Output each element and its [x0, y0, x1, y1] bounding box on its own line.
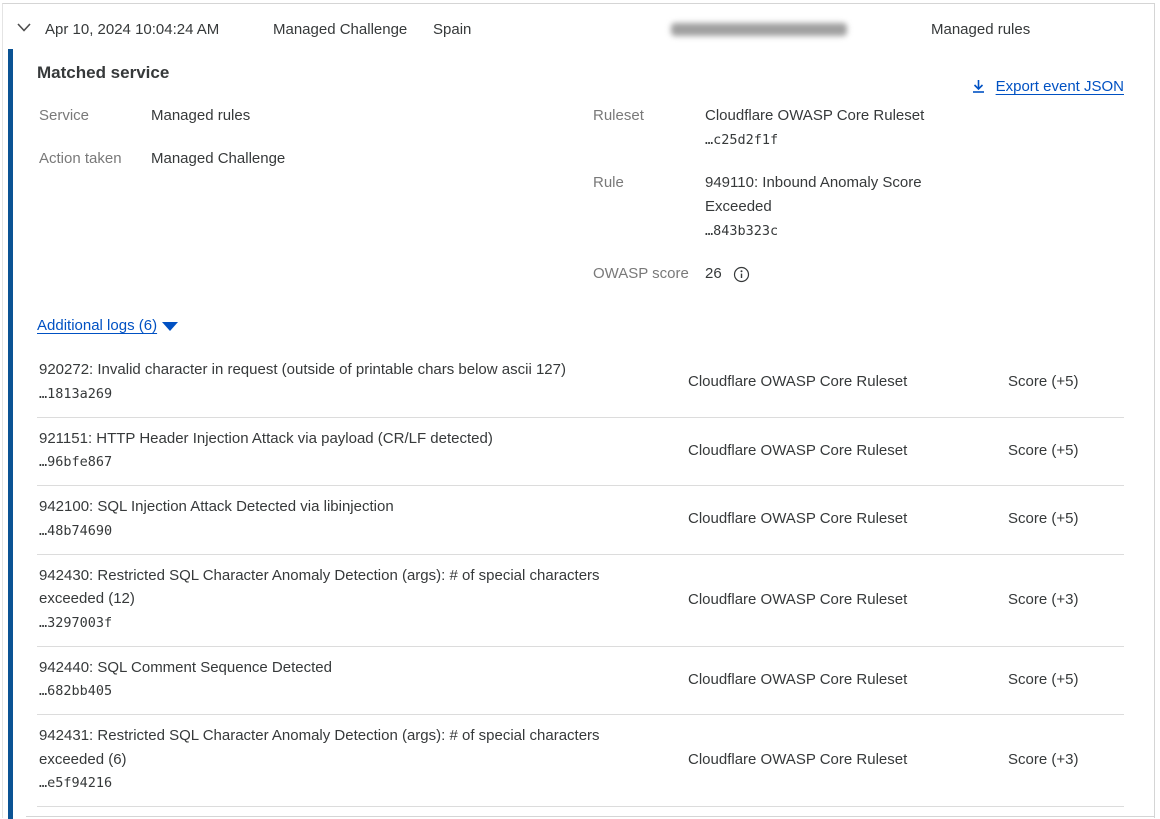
field-rule: Rule 949110: Inbound Anomaly Score Excee… [593, 171, 945, 243]
field-service: Service Managed rules [39, 104, 285, 128]
log-row: 942100: SQL Injection Attack Detected vi… [37, 486, 1124, 555]
log-ruleset: Cloudflare OWASP Core Ruleset [652, 510, 972, 527]
rule-name: 949110: Inbound Anomaly Score Exceeded [705, 171, 945, 219]
log-score: Score (+5) [972, 373, 1124, 390]
field-label: Ruleset [593, 104, 705, 152]
log-score: Score (+5) [972, 510, 1124, 527]
log-ruleset: Cloudflare OWASP Core Ruleset [652, 671, 972, 688]
log-score: Score (+3) [972, 751, 1124, 768]
log-row: 942440: SQL Comment Sequence Detected …6… [37, 647, 1124, 716]
log-rule-hash: …96bfe867 [39, 450, 652, 474]
redacted-value [671, 23, 847, 36]
log-rule-description: 942100: SQL Injection Attack Detected vi… [39, 495, 639, 519]
info-icon[interactable] [733, 266, 750, 283]
log-rule-description: 920272: Invalid character in request (ou… [39, 358, 639, 382]
log-score: Score (+3) [972, 591, 1124, 608]
chevron-down-icon [162, 322, 178, 331]
field-label: Rule [593, 171, 705, 243]
additional-logs-toggle[interactable]: Additional logs (6) [37, 317, 178, 334]
ruleset-hash: …c25d2f1f [705, 128, 924, 152]
log-score: Score (+5) [972, 442, 1124, 459]
log-rule-hash: …682bb405 [39, 679, 652, 703]
download-icon [970, 78, 987, 95]
log-ruleset: Cloudflare OWASP Core Ruleset [652, 751, 972, 768]
matched-service-details: Service Managed rules Action taken Manag… [37, 104, 1124, 290]
event-row-header[interactable]: Apr 10, 2024 10:04:24 AM Managed Challen… [3, 4, 1154, 49]
selected-event-accent-bar [8, 49, 13, 819]
export-event-json-label: Export event JSON [996, 78, 1124, 95]
log-row: 920272: Invalid character in request (ou… [37, 349, 1124, 418]
log-ruleset: Cloudflare OWASP Core Ruleset [652, 442, 972, 459]
log-rule-hash: …3297003f [39, 611, 652, 635]
next-event-row-border [26, 816, 1154, 817]
field-label: Action taken [39, 147, 151, 171]
field-value: Managed Challenge [151, 147, 285, 171]
event-detail-body: Matched service Export event JSON Servic… [3, 63, 1154, 817]
log-ruleset: Cloudflare OWASP Core Ruleset [652, 373, 972, 390]
log-row: 942431: Restricted SQL Character Anomaly… [37, 715, 1124, 807]
field-ruleset: Ruleset Cloudflare OWASP Core Ruleset …c… [593, 104, 945, 152]
log-ruleset: Cloudflare OWASP Core Ruleset [652, 591, 972, 608]
collapse-chevron-icon[interactable] [14, 17, 34, 37]
event-action: Managed Challenge [273, 21, 407, 38]
log-rule-description: 942430: Restricted SQL Character Anomaly… [39, 564, 639, 611]
event-service: Managed rules [931, 21, 1030, 38]
log-score: Score (+5) [972, 671, 1124, 688]
log-rule-hash: …1813a269 [39, 382, 652, 406]
field-label: Service [39, 104, 151, 128]
log-row: 942430: Restricted SQL Character Anomaly… [37, 555, 1124, 647]
log-row: 921151: HTTP Header Injection Attack via… [37, 418, 1124, 487]
ruleset-name: Cloudflare OWASP Core Ruleset [705, 104, 924, 128]
log-rule-hash: …e5f94216 [39, 771, 652, 795]
panel-title: Matched service [37, 63, 1124, 83]
field-owasp-score: OWASP score 26 [593, 262, 945, 286]
event-detail-panel: Apr 10, 2024 10:04:24 AM Managed Challen… [2, 3, 1155, 818]
log-rule-description: 921151: HTTP Header Injection Attack via… [39, 427, 639, 451]
event-country: Spain [433, 21, 471, 38]
log-rule-hash: …48b74690 [39, 519, 652, 543]
additional-logs-label: Additional logs (6) [37, 317, 157, 334]
log-rule-description: 942431: Restricted SQL Character Anomaly… [39, 724, 639, 771]
field-action-taken: Action taken Managed Challenge [39, 147, 285, 171]
event-timestamp: Apr 10, 2024 10:04:24 AM [45, 21, 219, 38]
owasp-score-value: 26 [705, 262, 722, 286]
export-event-json-link[interactable]: Export event JSON [970, 78, 1124, 95]
field-label: OWASP score [593, 262, 705, 286]
rule-hash: …843b323c [705, 219, 945, 243]
log-rule-description: 942440: SQL Comment Sequence Detected [39, 656, 639, 680]
additional-logs-table: 920272: Invalid character in request (ou… [37, 349, 1124, 807]
field-value: Managed rules [151, 104, 250, 128]
